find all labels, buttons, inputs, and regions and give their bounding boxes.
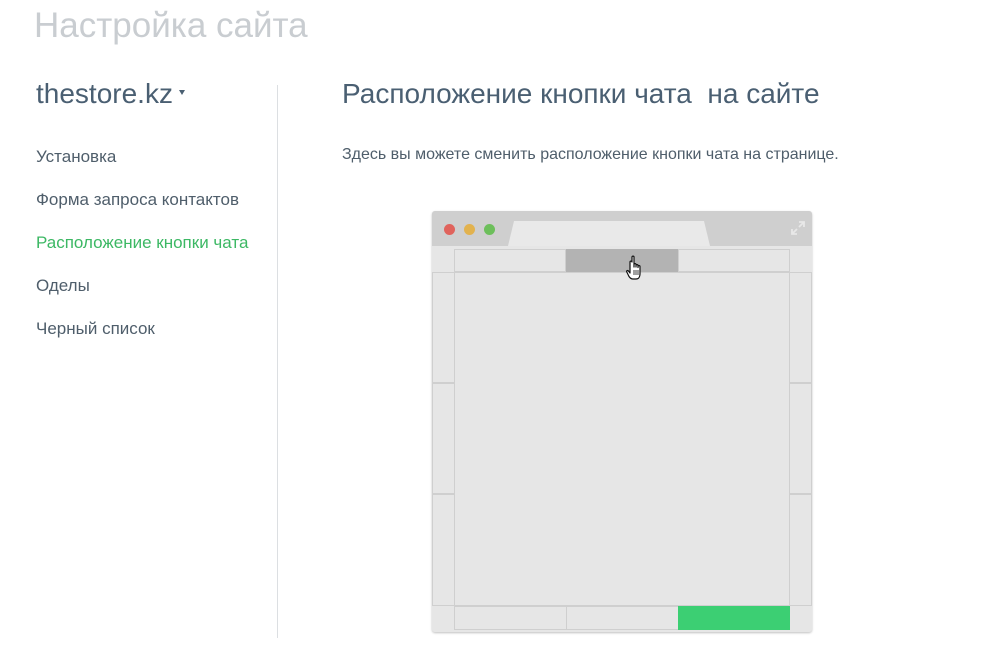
minimize-dot-icon: [464, 224, 475, 235]
position-slot-top-center[interactable]: [566, 249, 678, 272]
site-selector-dropdown[interactable]: thestore.kz: [36, 78, 185, 110]
browser-mockup: [432, 211, 812, 632]
position-slot-top-left[interactable]: [454, 249, 566, 272]
position-slot-right-middle[interactable]: [789, 383, 812, 494]
vertical-divider: [277, 85, 278, 638]
position-slot-left-bottom[interactable]: [432, 494, 455, 606]
browser-tab: [508, 221, 710, 246]
caret-down-icon: [178, 90, 185, 96]
page-heading: Настройка сайта: [34, 6, 308, 45]
settings-nav: Установка Форма запроса контактов Распол…: [36, 146, 248, 361]
position-slot-bottom-left[interactable]: [454, 606, 567, 630]
position-slot-right-bottom[interactable]: [789, 494, 812, 606]
position-slot-left-top[interactable]: [432, 272, 455, 383]
position-slot-bottom-right[interactable]: [678, 606, 790, 630]
expand-icon: [791, 221, 805, 235]
hand-pointer-icon: [626, 255, 641, 280]
section-description: Здесь вы можете сменить расположение кно…: [342, 146, 839, 163]
close-dot-icon: [444, 224, 455, 235]
nav-item-blacklist[interactable]: Черный список: [36, 318, 248, 361]
page-content-area: [454, 272, 790, 606]
position-slot-bottom-center[interactable]: [566, 606, 679, 630]
browser-titlebar: [432, 211, 812, 246]
browser-viewport: [432, 246, 812, 632]
position-slot-top-right[interactable]: [678, 249, 790, 272]
nav-item-contact-form[interactable]: Форма запроса контактов: [36, 189, 248, 232]
site-selector-value: thestore.kz: [36, 78, 173, 109]
nav-item-install[interactable]: Установка: [36, 146, 248, 189]
section-title: Расположение кнопки чата на сайте: [342, 78, 820, 109]
position-slot-left-middle[interactable]: [432, 383, 455, 494]
nav-item-departments[interactable]: Оделы: [36, 275, 248, 318]
maximize-dot-icon: [484, 224, 495, 235]
position-slot-right-top[interactable]: [789, 272, 812, 383]
nav-item-chat-button-position[interactable]: Расположение кнопки чата: [36, 232, 248, 275]
